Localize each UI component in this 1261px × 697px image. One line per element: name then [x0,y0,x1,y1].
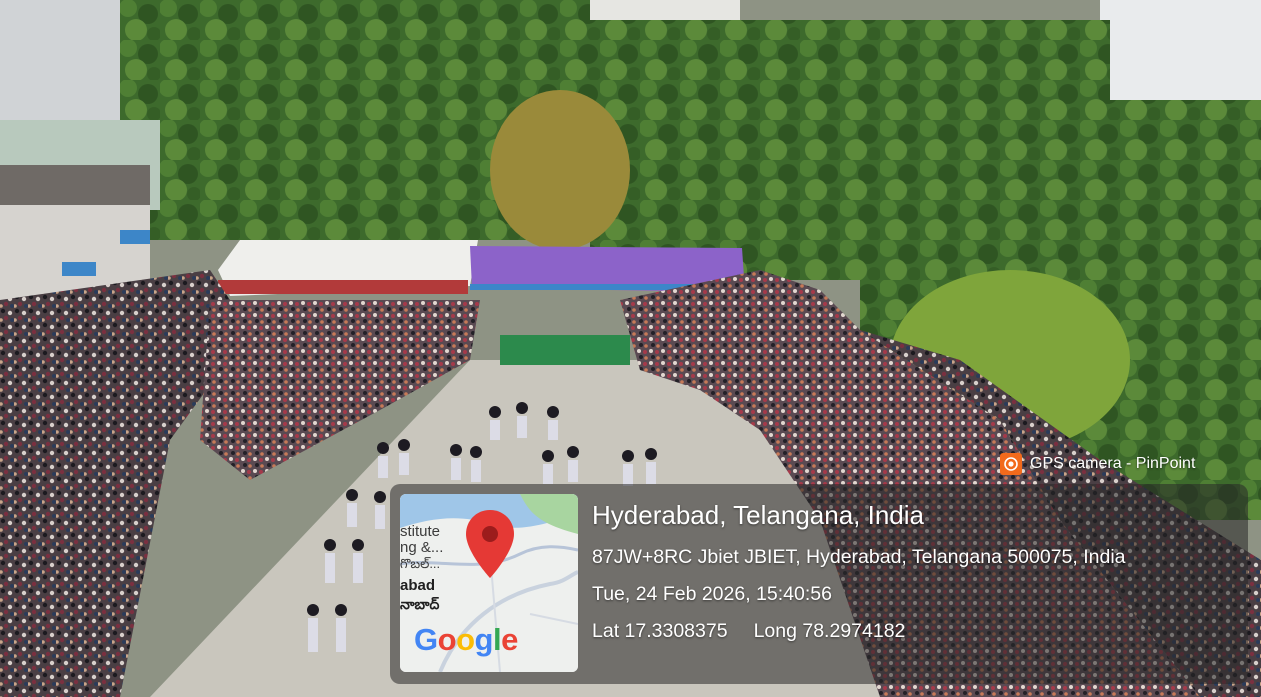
map-pin-icon [464,508,516,580]
map-label: గొబల్... [400,556,441,571]
google-logo: Google [414,622,518,657]
longitude-value: Long 78.2974182 [753,620,906,642]
gps-app-watermark: GPS camera - PinPoint [1000,450,1195,478]
location-title: Hyderabad, Telangana, India [592,500,924,530]
map-label: నాబాద్ [400,596,440,612]
map-label: stitute [400,523,441,540]
map-label: abad [400,577,436,594]
map-thumbnail: stitute ng &... గొబల్... abad నాబాద్ Goo… [400,494,578,672]
map-label: ng &... [400,539,444,556]
latitude-value: Lat 17.3308375 [592,620,728,642]
coordinates: Lat 17.3308375 Long 78.2974182 [592,620,905,643]
camera-lens-icon [1000,453,1022,475]
capture-datetime: Tue, 24 Feb 2026, 15:40:56 [592,583,832,605]
location-address: 87JW+8RC Jbiet JBIET, Hyderabad, Telanga… [592,546,1126,568]
gps-app-name: GPS camera - PinPoint [1030,455,1196,472]
